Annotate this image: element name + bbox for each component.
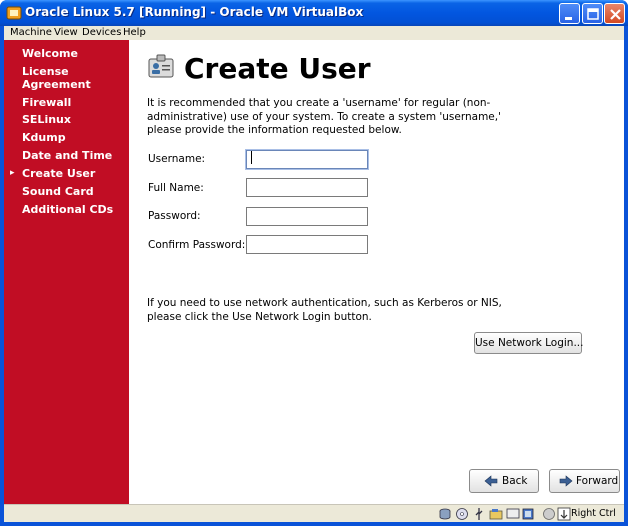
- menu-view[interactable]: View: [54, 26, 78, 40]
- mouse-integration-icon[interactable]: [542, 507, 556, 521]
- step-create-user: Create User: [22, 167, 96, 180]
- guest-screen[interactable]: Welcome License Agreement Firewall SELin…: [4, 40, 624, 504]
- setup-steps-sidebar: Welcome License Agreement Firewall SELin…: [4, 40, 129, 504]
- shared-folders-icon[interactable]: [489, 507, 503, 521]
- password-label: Password:: [148, 210, 201, 222]
- display-icon[interactable]: [506, 507, 520, 521]
- use-network-login-label: Use Network Login...: [475, 337, 584, 349]
- step-firewall: Firewall: [22, 96, 72, 109]
- step-kdump: Kdump: [22, 131, 66, 144]
- page-title: Create User: [184, 52, 371, 85]
- usb-icon[interactable]: [472, 507, 486, 521]
- text-caret: [251, 151, 252, 164]
- host-key-icon: [557, 507, 571, 521]
- close-icon: [610, 9, 621, 20]
- step-sound-card: Sound Card: [22, 185, 94, 198]
- confirm-password-label: Confirm Password:: [148, 239, 246, 251]
- use-network-login-button[interactable]: Use Network Login...: [474, 332, 584, 354]
- minimize-button[interactable]: [559, 3, 580, 24]
- step-welcome: Welcome: [22, 47, 78, 60]
- forward-button[interactable]: Forward: [549, 469, 620, 493]
- arrow-left-icon: [484, 475, 498, 487]
- back-label: Back: [502, 475, 528, 487]
- hard-disk-icon[interactable]: [438, 507, 452, 521]
- intro-text: It is recommended that you create a 'use…: [147, 97, 501, 136]
- network-icon[interactable]: [521, 507, 535, 521]
- maximize-button[interactable]: [582, 3, 603, 24]
- username-label: Username:: [148, 153, 206, 165]
- menu-devices[interactable]: Devices: [82, 26, 121, 40]
- menu-help[interactable]: Help: [123, 26, 146, 40]
- menu-machine[interactable]: Machine: [10, 26, 52, 40]
- password-input[interactable]: [246, 207, 368, 226]
- current-step-arrow-icon: ▸: [10, 168, 15, 178]
- step-license-line1: License: [22, 65, 69, 78]
- step-additional-cds: Additional CDs: [22, 203, 114, 216]
- arrow-right-icon: [559, 475, 573, 487]
- close-button[interactable]: [604, 3, 625, 24]
- create-user-panel: Create User It is recommended that you c…: [129, 40, 624, 504]
- step-selinux: SELinux: [22, 113, 71, 126]
- optical-drive-icon[interactable]: [455, 507, 469, 521]
- window-frame-bottom: [0, 522, 628, 526]
- back-button[interactable]: Back: [469, 469, 539, 493]
- virtualbox-icon: [6, 6, 22, 20]
- username-input[interactable]: [246, 150, 368, 169]
- confirm-password-input[interactable]: [246, 235, 368, 254]
- step-date-time: Date and Time: [22, 149, 113, 162]
- status-bar: Right Ctrl: [4, 504, 624, 522]
- step-license-line2: Agreement: [22, 78, 91, 91]
- forward-label: Forward: [576, 475, 619, 487]
- menu-bar: Machine View Devices Help: [4, 26, 624, 40]
- full-name-input[interactable]: [246, 178, 368, 197]
- full-name-label: Full Name:: [148, 182, 204, 194]
- network-auth-text: If you need to use network authenticatio…: [147, 297, 502, 323]
- virtualbox-window: Oracle Linux 5.7 [Running] - Oracle VM V…: [0, 0, 628, 526]
- maximize-icon: [587, 8, 599, 20]
- window-title: Oracle Linux 5.7 [Running] - Oracle VM V…: [25, 5, 364, 19]
- minimize-icon: [565, 17, 572, 20]
- user-card-icon: [148, 54, 174, 78]
- title-bar[interactable]: Oracle Linux 5.7 [Running] - Oracle VM V…: [0, 0, 628, 26]
- host-key-label: Right Ctrl: [571, 508, 616, 519]
